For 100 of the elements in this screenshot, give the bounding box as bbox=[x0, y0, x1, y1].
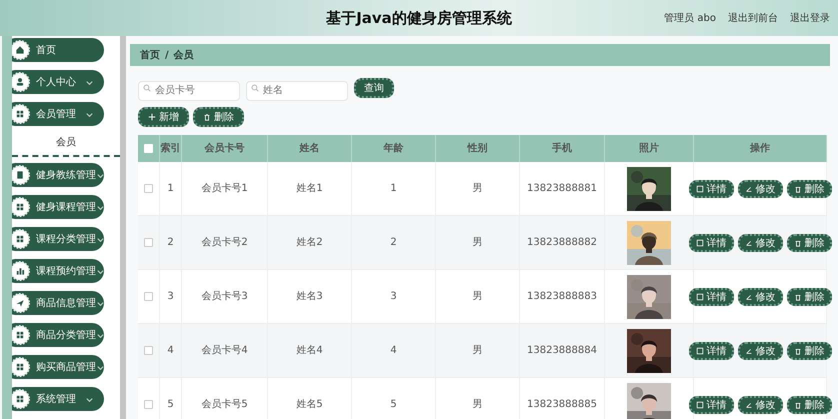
breadcrumb-separator: / bbox=[165, 50, 169, 60]
delete-button[interactable]: 删除 bbox=[786, 180, 832, 198]
trash-icon bbox=[794, 184, 802, 192]
trash-icon bbox=[794, 238, 802, 246]
delete-button[interactable]: 删除 bbox=[193, 107, 244, 127]
table-cell: 13823888884 bbox=[527, 345, 597, 356]
scrollbar[interactable] bbox=[120, 36, 126, 419]
search-icon bbox=[251, 84, 259, 92]
sidebar-item[interactable]: 健身课程管理 bbox=[12, 195, 104, 219]
search-field[interactable]: 姓名 bbox=[246, 80, 348, 100]
plus-icon bbox=[148, 113, 156, 121]
search-field[interactable]: 会员卡号 bbox=[138, 80, 240, 100]
search-button[interactable]: 查询 bbox=[354, 78, 394, 98]
delete-button[interactable]: 删除 bbox=[786, 288, 832, 306]
row-checkbox[interactable] bbox=[144, 238, 153, 247]
table-cell: 3 bbox=[390, 291, 397, 302]
menu-icon bbox=[12, 165, 30, 185]
menu-icon bbox=[12, 261, 30, 281]
delete-button[interactable]: 删除 bbox=[786, 396, 832, 414]
header-link[interactable]: 退出登录 bbox=[790, 11, 830, 25]
sidebar-item[interactable]: 健身教练管理 bbox=[12, 163, 104, 187]
table-cell: 姓名3 bbox=[296, 291, 323, 302]
sidebar-item[interactable]: 系统管理 bbox=[12, 387, 104, 411]
menu-icon bbox=[12, 40, 30, 60]
trash-icon bbox=[794, 346, 802, 354]
app-title: 基于Java的健身房管理系统 bbox=[326, 8, 512, 28]
edit-button[interactable]: 修改 bbox=[738, 234, 782, 252]
add-button[interactable]: 新增 bbox=[138, 107, 189, 127]
detail-button[interactable]: 详情 bbox=[688, 396, 734, 414]
row-checkbox[interactable] bbox=[144, 400, 153, 409]
table-cell: 5 bbox=[390, 399, 397, 410]
row-checkbox[interactable] bbox=[144, 184, 153, 193]
document-icon bbox=[696, 346, 704, 354]
table-cell: 会员卡号3 bbox=[201, 291, 248, 302]
delete-button[interactable]: 删除 bbox=[786, 234, 832, 252]
menu-icon bbox=[12, 389, 30, 409]
edit-button[interactable]: 修改 bbox=[738, 396, 782, 414]
menu-icon bbox=[12, 357, 30, 377]
table-cell: 4 bbox=[167, 345, 174, 356]
menu-icon bbox=[12, 325, 30, 345]
table-cell: 会员卡号5 bbox=[201, 399, 248, 410]
table-cell: 会员卡号2 bbox=[201, 237, 248, 248]
sidebar-item[interactable]: 课程分类管理 bbox=[12, 227, 104, 251]
table-cell: 13823888885 bbox=[527, 399, 597, 410]
detail-button[interactable]: 详情 bbox=[688, 288, 734, 306]
sidebar-item[interactable]: 商品信息管理 bbox=[12, 291, 104, 315]
detail-button[interactable]: 详情 bbox=[688, 342, 734, 360]
table-cell: 13823888882 bbox=[527, 237, 597, 248]
table-cell: 2 bbox=[167, 237, 174, 248]
delete-button[interactable]: 删除 bbox=[786, 342, 832, 360]
sidebar-item[interactable]: 商品分类管理 bbox=[12, 323, 104, 347]
edit-button[interactable]: 修改 bbox=[738, 288, 782, 306]
sidebar-item[interactable]: 课程预约管理 bbox=[12, 259, 104, 283]
pencil-icon bbox=[744, 346, 752, 354]
breadcrumb-link[interactable]: 会员 bbox=[174, 48, 194, 62]
trash-icon bbox=[794, 400, 802, 408]
edit-button[interactable]: 修改 bbox=[738, 342, 782, 360]
menu-icon bbox=[12, 197, 30, 217]
menu-icon bbox=[12, 293, 30, 313]
header-link[interactable]: 退出到前台 bbox=[728, 11, 778, 25]
row-checkbox[interactable] bbox=[144, 292, 153, 301]
pencil-icon bbox=[744, 184, 752, 192]
document-icon bbox=[696, 292, 704, 300]
table-cell: 13823888881 bbox=[527, 183, 597, 194]
table-cell: 会员卡号1 bbox=[201, 183, 248, 194]
detail-button[interactable]: 详情 bbox=[688, 180, 734, 198]
select-all-checkbox[interactable] bbox=[144, 144, 153, 153]
detail-button[interactable]: 详情 bbox=[688, 234, 734, 252]
menu-icon bbox=[12, 229, 30, 249]
sidebar-item[interactable]: 会员管理 bbox=[12, 102, 104, 126]
table-cell: 姓名4 bbox=[296, 345, 323, 356]
menu-icon bbox=[12, 72, 30, 92]
table-cell: 男 bbox=[472, 183, 482, 194]
table-cell: 男 bbox=[472, 399, 482, 410]
table-cell: 13823888883 bbox=[527, 291, 597, 302]
header-link[interactable]: 管理员 abo bbox=[664, 11, 716, 25]
table-cell: 男 bbox=[472, 345, 482, 356]
table-cell: 男 bbox=[472, 237, 482, 248]
table-cell: 姓名1 bbox=[296, 183, 323, 194]
table-cell: 男 bbox=[472, 291, 482, 302]
document-icon bbox=[696, 400, 704, 408]
sidebar-item[interactable]: 个人中心 bbox=[12, 70, 104, 94]
trash-icon bbox=[794, 292, 802, 300]
document-icon bbox=[696, 184, 704, 192]
sidebar-item[interactable]: 购买商品管理 bbox=[12, 355, 104, 379]
pencil-icon bbox=[744, 292, 752, 300]
sidebar-item[interactable]: 首页 bbox=[12, 38, 104, 62]
edit-button[interactable]: 修改 bbox=[738, 180, 782, 198]
table-cell: 姓名5 bbox=[296, 399, 323, 410]
menu-icon bbox=[12, 104, 30, 124]
trash-icon bbox=[203, 113, 211, 121]
row-checkbox[interactable] bbox=[144, 346, 153, 355]
pencil-icon bbox=[744, 400, 752, 408]
breadcrumb-link[interactable]: 首页 bbox=[140, 48, 160, 62]
table-cell: 2 bbox=[390, 237, 397, 248]
table-cell: 3 bbox=[167, 291, 174, 302]
table-cell: 4 bbox=[390, 345, 397, 356]
table-cell: 会员卡号4 bbox=[201, 345, 248, 356]
table-cell: 5 bbox=[167, 399, 174, 410]
document-icon bbox=[696, 238, 704, 246]
